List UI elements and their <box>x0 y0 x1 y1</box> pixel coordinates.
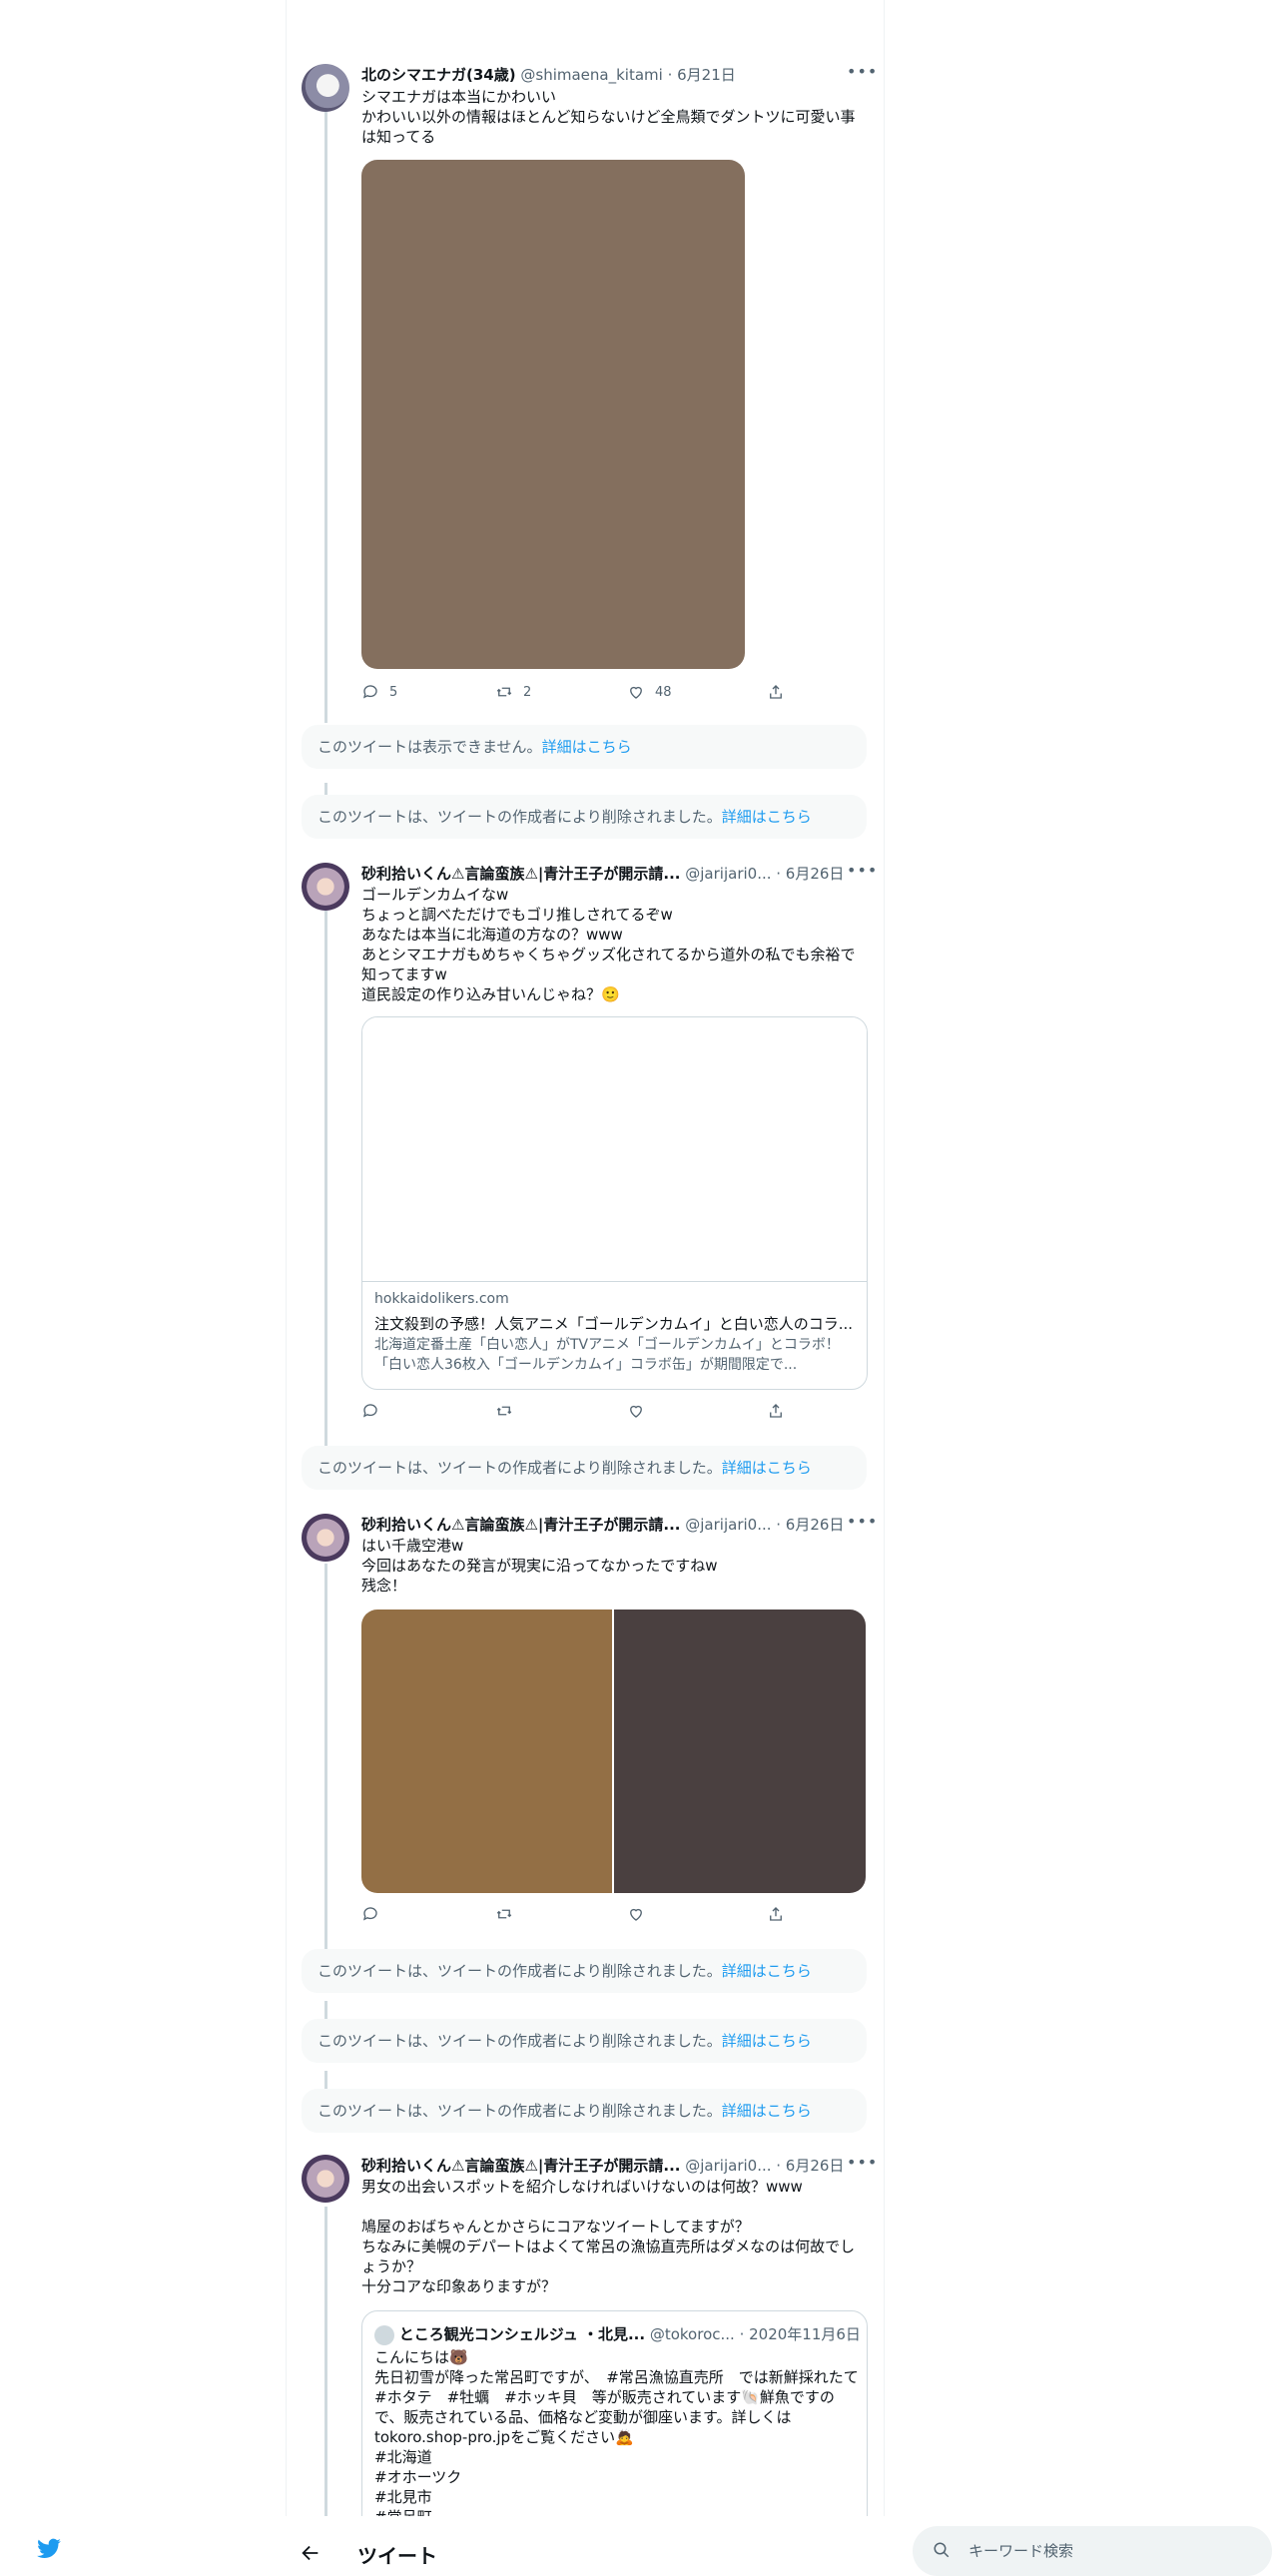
retweet-button[interactable] <box>495 1905 513 1923</box>
link-card-thumbnail <box>362 1017 867 1282</box>
deleted-tweet-notice: このツイートは、ツイートの作成者により削除されました。詳細はこちら <box>302 2089 867 2133</box>
tweet-text: ゴールデンカムイなw ちょっと調べただけでもゴリ推しされてるぞw あなたは本当に… <box>361 886 856 1003</box>
more-options-icon[interactable]: ••• <box>847 2153 878 2172</box>
user-handle-date[interactable]: @jarijari0... · 6月26日 <box>685 865 844 883</box>
notice-text: このツイートは、ツイートの作成者により削除されました。 <box>318 1459 722 1477</box>
share-icon <box>770 685 782 699</box>
thread-line <box>324 1564 327 1953</box>
learn-more-link[interactable]: 詳細はこちら <box>722 2102 812 2120</box>
page-title: ツイート <box>357 2544 437 2568</box>
avatar[interactable] <box>302 2155 349 2203</box>
tweet-header: 砂利拾いくん⚠言論蛮族⚠|青汁王子が開示請... @jarijari0... ·… <box>361 863 844 884</box>
quoted-tweet-header: ところ観光コンシェルジュ ・北見... @tokoroc... · 2020年1… <box>374 2323 861 2345</box>
deleted-tweet-notice: このツイートは、ツイートの作成者により削除されました。詳細はこちら <box>302 1446 867 1490</box>
heart-icon <box>630 686 642 699</box>
reply-icon <box>362 1404 377 1418</box>
learn-more-link[interactable]: 詳細はこちら <box>722 1459 812 1477</box>
user-name[interactable]: 砂利拾いくん⚠言論蛮族⚠|青汁王子が開示請... <box>361 865 680 883</box>
avatar[interactable] <box>302 863 349 911</box>
avatar[interactable] <box>302 1514 349 1562</box>
retweet-button[interactable] <box>495 1402 513 1420</box>
quoted-avatar <box>374 2324 394 2345</box>
quoted-user-handle-date: @tokoroc... · 2020年11月6日 <box>649 2325 861 2343</box>
tweet-text: 男女の出会いスポットを紹介しなければいけないのは何故？www 鳩屋のおばちゃんと… <box>361 2178 856 2295</box>
tweet-text: シマエナガは本当にかわいい かわいい以外の情報はほとんど知らないけど全鳥類でダン… <box>361 88 856 146</box>
thread-line <box>324 911 327 1450</box>
learn-more-link[interactable]: 詳細はこちら <box>722 1962 812 1980</box>
tweet-text: はい千歳空港w 今回はあなたの発言が現実に沿ってなかったですねw 残念！ <box>361 1537 718 1595</box>
heart-icon <box>630 1908 642 1921</box>
quoted-user-name: ところ観光コンシェルジュ ・北見... <box>398 2325 646 2343</box>
deleted-tweet-notice: このツイートは、ツイートの作成者により削除されました。詳細はこちら <box>302 2019 867 2063</box>
retweet-count: 2 <box>523 684 532 700</box>
share-button[interactable] <box>767 683 785 701</box>
link-card-title: 注文殺到の予感！人気アニメ「ゴールデンカムイ」と白い恋人のコラ... <box>374 1315 854 1333</box>
tweet-image[interactable] <box>361 160 745 669</box>
learn-more-link[interactable]: 詳細はこちら <box>722 2032 812 2050</box>
tweet-actions: 5 2 48 <box>361 683 801 705</box>
user-handle-date[interactable]: @jarijari0... · 6月26日 <box>685 2157 844 2175</box>
like-button[interactable]: 48 <box>627 683 672 701</box>
tweet-header: 砂利拾いくん⚠言論蛮族⚠|青汁王子が開示請... @jarijari0... ·… <box>361 1514 844 1535</box>
user-name[interactable]: 砂利拾いくん⚠言論蛮族⚠|青汁王子が開示請... <box>361 2157 680 2175</box>
like-button[interactable] <box>627 1905 645 1923</box>
notice-text: このツイートは、ツイートの作成者により削除されました。 <box>318 1962 722 1980</box>
retweet-icon <box>496 687 512 697</box>
more-options-icon[interactable]: ••• <box>847 62 878 81</box>
share-icon <box>770 1404 782 1418</box>
like-count: 48 <box>655 684 672 700</box>
retweet-icon <box>496 1909 512 1919</box>
more-options-icon[interactable]: ••• <box>847 1512 878 1531</box>
reply-button[interactable] <box>361 1402 379 1420</box>
share-icon <box>770 1907 782 1921</box>
thread-line <box>324 2001 327 2021</box>
learn-more-link[interactable]: 詳細はこちら <box>542 738 632 756</box>
reply-button[interactable] <box>361 1905 379 1923</box>
notice-text: このツイートは、ツイートの作成者により削除されました。 <box>318 808 722 826</box>
unavailable-tweet-notice: このツイートは表示できません。詳細はこちら <box>302 725 867 769</box>
notice-text: このツイートは、ツイートの作成者により削除されました。 <box>318 2102 722 2120</box>
search-input-placeholder: キーワード検索 <box>968 2542 1074 2560</box>
tweet-header: 北のシマエナガ(34歳) @shimaena_kitami · 6月21日 <box>361 64 736 85</box>
reply-icon <box>362 1907 377 1921</box>
arrow-left-icon[interactable] <box>300 2542 321 2564</box>
link-card-domain: hokkaidolikers.com <box>374 1291 509 1307</box>
tweet-actions <box>361 1402 801 1424</box>
share-button[interactable] <box>767 1905 785 1923</box>
thread-line <box>324 2071 327 2091</box>
tweet-image[interactable] <box>361 1610 612 1893</box>
thread-line <box>324 92 327 723</box>
reply-count: 5 <box>389 684 398 700</box>
tweet-actions <box>361 1905 801 1927</box>
avatar[interactable] <box>302 64 349 112</box>
tweet-image[interactable] <box>614 1610 866 1893</box>
notice-text: このツイートは表示できません。 <box>318 738 542 756</box>
user-handle-date[interactable]: @jarijari0... · 6月26日 <box>685 1516 844 1534</box>
user-name[interactable]: 砂利拾いくん⚠言論蛮族⚠|青汁王子が開示請... <box>361 1516 680 1534</box>
deleted-tweet-notice: このツイートは、ツイートの作成者により削除されました。詳細はこちら <box>302 1949 867 1993</box>
twitter-logo-icon[interactable] <box>34 2536 64 2562</box>
tweet-image-pair <box>361 1610 866 1893</box>
reply-icon <box>362 685 377 699</box>
learn-more-link[interactable]: 詳細はこちら <box>722 808 812 826</box>
quoted-tweet-text: こんにちは🐻 先日初雪が降った常呂町ですが、 #常呂漁協直売所 では新鮮採れたて… <box>374 2348 859 2526</box>
share-button[interactable] <box>767 1402 785 1420</box>
retweet-icon <box>496 1406 512 1416</box>
reply-button[interactable]: 5 <box>361 683 397 701</box>
heart-icon <box>630 1405 642 1418</box>
user-name[interactable]: 北のシマエナガ(34歳) <box>361 66 516 84</box>
more-options-icon[interactable]: ••• <box>847 861 878 880</box>
like-button[interactable] <box>627 1402 645 1420</box>
user-handle-date[interactable]: @shimaena_kitami · 6月21日 <box>520 66 735 84</box>
link-card[interactable]: hokkaidolikers.com 注文殺到の予感！人気アニメ「ゴールデンカム… <box>361 1016 868 1390</box>
retweet-button[interactable]: 2 <box>495 683 531 701</box>
thread-line <box>324 2207 327 2526</box>
search-icon <box>934 2542 950 2558</box>
deleted-tweet-notice: このツイートは、ツイートの作成者により削除されました。詳細はこちら <box>302 795 867 839</box>
search-box[interactable]: キーワード検索 <box>913 2526 1272 2576</box>
notice-text: このツイートは、ツイートの作成者により削除されました。 <box>318 2032 722 2050</box>
link-card-description: 北海道定番土産「白い恋人」がTVアニメ「ゴールデンカムイ」とコラボ！「白い恋人3… <box>374 1337 840 1373</box>
tweet-header: 砂利拾いくん⚠言論蛮族⚠|青汁王子が開示請... @jarijari0... ·… <box>361 2155 844 2176</box>
